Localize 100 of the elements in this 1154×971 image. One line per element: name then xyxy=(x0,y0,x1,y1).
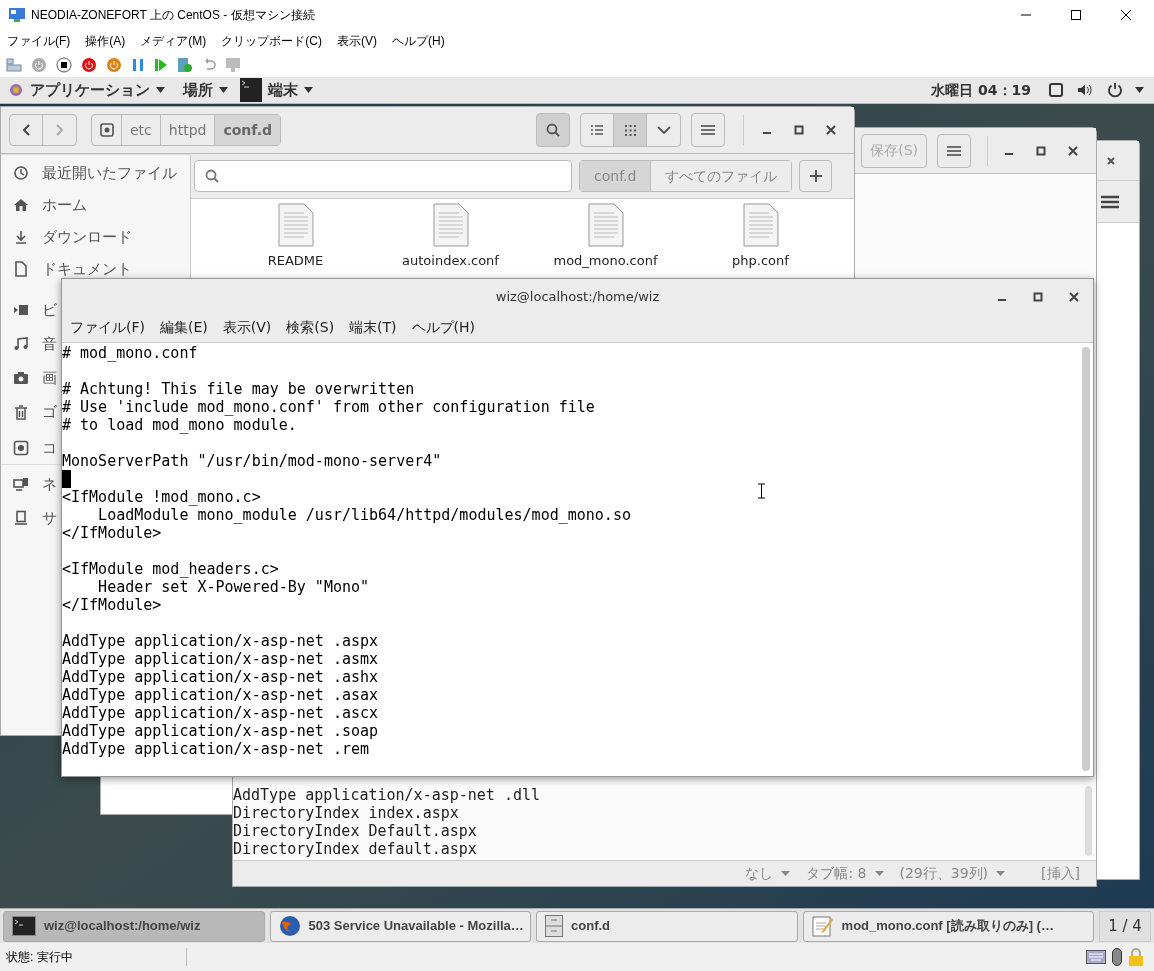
close-icon[interactable] xyxy=(1107,156,1115,165)
search-field[interactable] xyxy=(194,160,572,192)
sidebar-item[interactable]: ドキュメント xyxy=(42,258,132,281)
scrollbar[interactable] xyxy=(1085,786,1092,856)
power-icon[interactable] xyxy=(1107,82,1123,98)
taskbar-item[interactable]: 503 Service Unavailable - Mozilla… xyxy=(269,910,532,942)
menu-item[interactable]: 操作(A) xyxy=(85,32,126,50)
play-icon[interactable] xyxy=(154,57,168,72)
taskbar-item[interactable]: mod_mono.conf [読み取りのみ] (… xyxy=(802,910,1095,942)
code-line: LoadModule mono_module /usr/lib64/httpd/modules/mod_mono.so xyxy=(97,506,631,524)
forward-icon xyxy=(55,124,64,136)
file-name[interactable]: mod_mono.conf xyxy=(553,253,658,269)
menu-item[interactable]: 表示(V) xyxy=(337,32,377,50)
menu-item[interactable]: ヘルプ(H) xyxy=(392,32,445,50)
code-line: # Use 'include mod_mono.conf' from other configuration file xyxy=(62,398,595,416)
code-line: DirectoryIndex default.aspx xyxy=(233,840,477,858)
checkpoint-icon[interactable] xyxy=(177,56,193,73)
gnome-foot-icon xyxy=(8,82,24,98)
app-menu[interactable]: 端末 xyxy=(240,78,313,102)
code-line: MonoServerPath "/usr/bin/mod-mono-server4" xyxy=(62,452,442,470)
text-cursor xyxy=(62,470,71,488)
close-icon[interactable] xyxy=(1069,292,1079,302)
file-name[interactable]: README xyxy=(267,253,324,269)
applications-menu[interactable]: アプリケーション xyxy=(30,78,165,102)
close-icon[interactable] xyxy=(1068,145,1078,156)
window-icon[interactable] xyxy=(1049,83,1063,97)
path-button[interactable]: etc xyxy=(122,115,161,145)
terminal-icon xyxy=(12,916,36,936)
add-button[interactable] xyxy=(799,160,833,192)
caret-icon[interactable] xyxy=(1135,87,1144,93)
close-icon[interactable] xyxy=(826,125,836,135)
pause-icon[interactable] xyxy=(131,57,145,72)
taskbar-item[interactable]: conf.d xyxy=(536,910,798,942)
code-line: AddType application/x-asp-net .asmx xyxy=(62,650,379,668)
code-line: <IfModule mod_headers.c> xyxy=(62,560,279,578)
file-name[interactable]: autoindex.conf xyxy=(402,253,499,269)
code-line: AddType application/x-asp-net .aspx xyxy=(62,632,379,650)
grid-icon xyxy=(624,124,636,136)
notepad-pencil-icon xyxy=(811,915,834,937)
clock[interactable]: 水曜日 04：19 xyxy=(931,79,1031,101)
menu-item[interactable]: クリップボード(C) xyxy=(221,32,322,50)
workspace-pager[interactable]: 1 / 4 xyxy=(1099,910,1151,942)
sidebar-item[interactable]: 最近開いたファイル xyxy=(42,162,177,185)
sidebar-item[interactable]: 音 xyxy=(42,333,57,356)
code-line: AddType application/x-asp-net .soap xyxy=(62,722,379,740)
menu-button[interactable] xyxy=(691,113,725,147)
sidebar-item[interactable]: ダウンロード xyxy=(42,226,132,249)
maximize-icon[interactable] xyxy=(794,125,804,135)
code-line: DirectoryIndex index.aspx xyxy=(233,804,459,822)
status-text: 状態: 実行中 xyxy=(6,948,187,966)
keyboard-icon xyxy=(1086,950,1106,964)
close-icon[interactable] xyxy=(1120,9,1132,21)
menu-item[interactable]: ファイル(F) xyxy=(7,32,71,50)
menu-icon[interactable] xyxy=(1101,194,1119,209)
undo-icon[interactable] xyxy=(202,57,216,72)
code-line: # mod_mono.conf xyxy=(62,344,198,362)
sidebar-item[interactable]: ビ xyxy=(42,299,57,322)
caret-icon xyxy=(219,87,228,93)
menu-button[interactable] xyxy=(937,133,971,168)
code-line: </IfModule> xyxy=(62,524,162,542)
menu-item[interactable]: 表示(V) xyxy=(222,317,272,338)
sidebar-item[interactable]: サ xyxy=(42,507,57,530)
menu-item[interactable]: 検索(S) xyxy=(286,317,335,338)
plus-icon xyxy=(809,170,822,182)
code-line: # Achtung! This file may be overwritten xyxy=(62,380,415,398)
sidebar-item[interactable]: ホーム xyxy=(42,194,87,217)
computer-icon xyxy=(13,510,29,527)
volume-icon[interactable] xyxy=(1077,83,1093,97)
path-button[interactable]: conf.d xyxy=(215,115,280,145)
caret-icon xyxy=(304,87,313,93)
sidebar-item[interactable]: ゴ xyxy=(42,401,57,424)
search-button[interactable] xyxy=(536,113,570,147)
mouse-icon xyxy=(1112,948,1122,966)
download-icon xyxy=(13,229,29,246)
ctrl-alt-del-icon[interactable] xyxy=(6,57,22,72)
sidebar-item[interactable]: コ xyxy=(42,437,57,460)
maximize-icon[interactable] xyxy=(1070,9,1082,21)
places-menu[interactable]: 場所 xyxy=(183,78,228,102)
view-mode-button[interactable] xyxy=(614,114,647,146)
sidebar-item[interactable]: 画 xyxy=(42,367,57,390)
taskbar-item[interactable]: wiz@localhost:/home/wiz xyxy=(3,910,265,942)
menu-item[interactable]: 編集(E) xyxy=(160,317,208,338)
caret-icon xyxy=(996,871,1006,876)
list-icon xyxy=(591,125,603,135)
sidebar-item[interactable]: ネ xyxy=(42,473,57,496)
code-line: Header set X-Powered-By "Mono" xyxy=(97,578,370,596)
cabinet-icon xyxy=(545,915,564,937)
maximize-icon[interactable] xyxy=(1033,292,1043,302)
menu-item[interactable]: 端末(T) xyxy=(349,317,397,338)
code-line: <IfModule !mod_mono.c> xyxy=(62,488,261,506)
file-name[interactable]: php.conf xyxy=(732,253,789,269)
menu-item[interactable]: ファイル(F) xyxy=(70,317,145,338)
terminal-icon xyxy=(240,78,262,102)
stop-icon[interactable] xyxy=(56,56,72,73)
scrollbar[interactable] xyxy=(1082,347,1090,771)
trash-icon xyxy=(13,404,29,421)
menu-item[interactable]: メディア(M) xyxy=(140,32,207,50)
menu-item[interactable]: ヘルプ(H) xyxy=(411,317,476,338)
maximize-icon[interactable] xyxy=(1036,145,1046,156)
power-icon[interactable] xyxy=(81,56,97,73)
